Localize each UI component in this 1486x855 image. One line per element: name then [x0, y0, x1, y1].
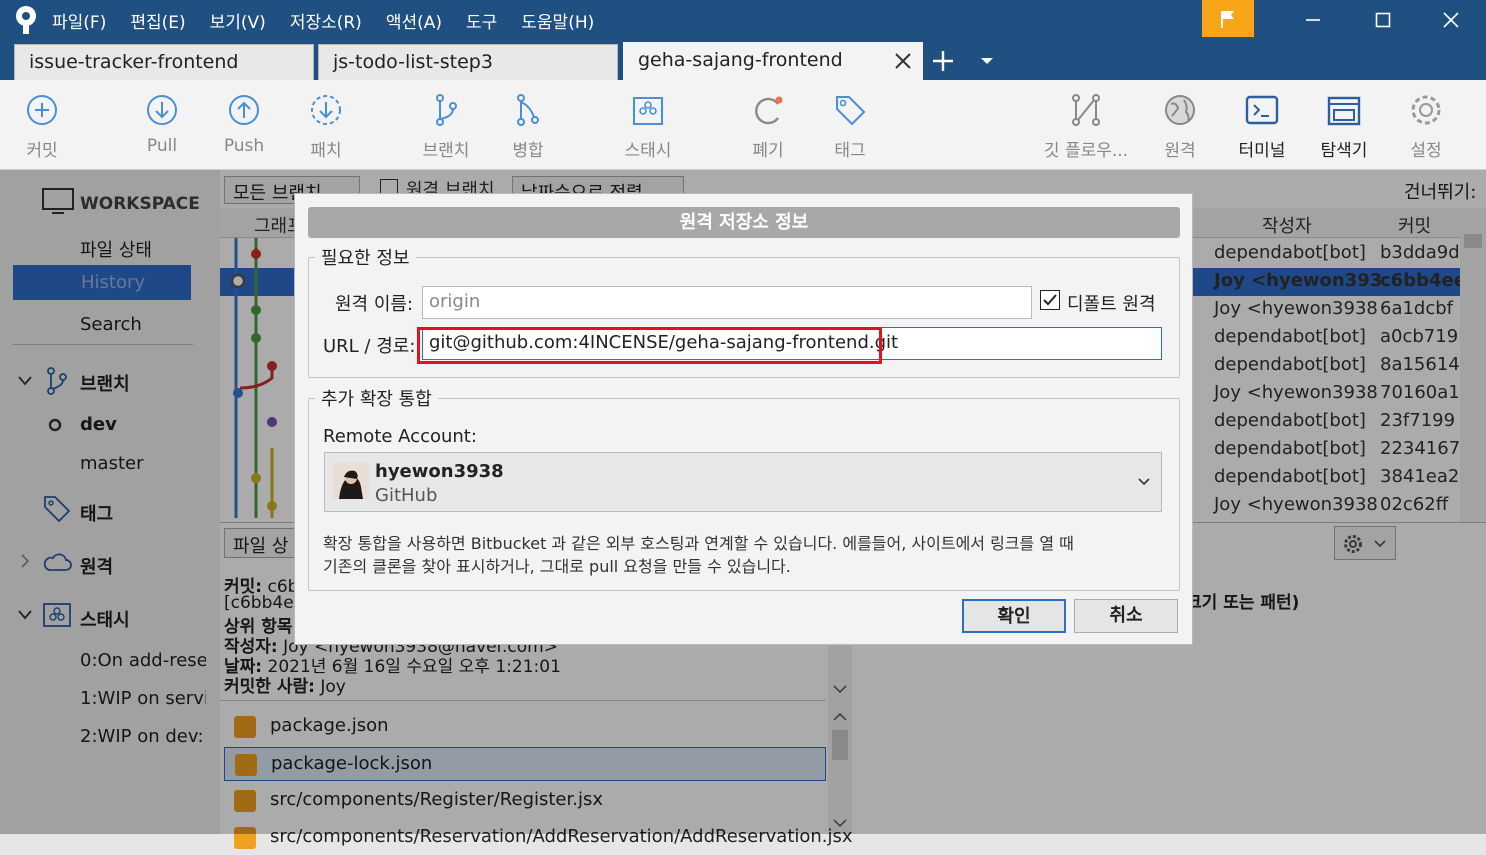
push-label: Push	[223, 136, 265, 156]
tag-button[interactable]: 태그	[830, 92, 870, 161]
pull-icon	[147, 95, 177, 125]
remote-name-value: origin	[429, 291, 481, 312]
pull-button[interactable]: Pull	[140, 92, 184, 156]
merge-label: 병합	[512, 141, 544, 161]
menu-edit[interactable]: 편집(E)	[130, 8, 185, 33]
tag-label: 태그	[834, 141, 866, 161]
maximize-button[interactable]	[1348, 0, 1418, 40]
ok-button[interactable]: 확인	[962, 599, 1066, 633]
flag-button[interactable]	[1202, 0, 1254, 37]
gitflow-label: 깃 플로우...	[1043, 141, 1129, 161]
close-icon	[1443, 12, 1459, 28]
account-name: hyewon3938	[375, 461, 504, 482]
url-highlight-box	[417, 327, 882, 364]
explorer-button[interactable]: 탐색기	[1316, 92, 1372, 161]
commit-label: 커밋	[26, 141, 58, 161]
close-tab-icon[interactable]	[892, 50, 914, 72]
fetch-icon	[311, 95, 341, 125]
branch-button[interactable]: 브랜치	[418, 92, 474, 161]
default-remote-label: 디폴트 원격	[1067, 294, 1156, 315]
terminal-label: 터미널	[1238, 141, 1286, 161]
branch-icon	[436, 94, 457, 126]
merge-icon	[517, 94, 539, 126]
tab-geha-sajang[interactable]: geha-sajang-frontend	[623, 42, 923, 80]
fetch-label: 패치	[310, 141, 342, 161]
stash-label: 스태시	[624, 141, 672, 161]
menu-view[interactable]: 보기(V)	[210, 8, 266, 33]
remote-account-label: Remote Account:	[323, 426, 477, 447]
remote-label: 원격	[1164, 141, 1196, 161]
dialog-title: 원격 저장소 정보	[308, 207, 1180, 238]
extension-legend: 추가 확장 통합	[321, 389, 432, 410]
globe-icon	[1165, 95, 1195, 125]
pull-label: Pull	[146, 136, 178, 156]
menu-help[interactable]: 도움말(H)	[521, 8, 594, 33]
account-host: GitHub	[375, 485, 438, 506]
menu-actions[interactable]: 액션(A)	[386, 8, 442, 33]
discard-icon	[755, 96, 783, 125]
menu-repository[interactable]: 저장소(R)	[290, 8, 362, 33]
discard-button[interactable]: 폐기	[748, 92, 788, 161]
folder-icon	[1327, 96, 1361, 126]
add-tab-icon[interactable]	[930, 48, 956, 74]
tab-js-todo[interactable]: js-todo-list-step3	[318, 44, 618, 80]
help-text-line1: 확장 통합을 사용하면 Bitbucket 과 같은 외부 호스팅과 연계할 수…	[323, 534, 1074, 553]
remote-name-input[interactable]: origin	[422, 286, 1032, 319]
help-text-line2: 기존의 클론을 찾아 표시하거나, 그대로 pull 요청을 만들 수 있습니다…	[323, 557, 791, 576]
merge-button[interactable]: 병합	[508, 92, 548, 161]
minimize-icon	[1306, 19, 1320, 21]
remote-account-select[interactable]: hyewon3938 GitHub	[324, 452, 1162, 512]
close-window-button[interactable]	[1416, 0, 1486, 40]
flag-icon	[1221, 10, 1234, 28]
toolbar: 커밋 Pull Push 패치 브랜치 병합 스태시 폐기 태그 깃 플로우..…	[0, 80, 1486, 170]
remote-info-dialog: 원격 저장소 정보 필요한 정보 원격 이름: origin 디폴트 원격 UR…	[294, 193, 1193, 645]
maximize-icon	[1375, 12, 1391, 28]
branch-label: 브랜치	[422, 141, 470, 161]
menu-bar: 파일(F) 편집(E) 보기(V) 저장소(R) 액션(A) 도구 도움말(H)	[52, 0, 618, 40]
title-bar: 파일(F) 편집(E) 보기(V) 저장소(R) 액션(A) 도구 도움말(H)…	[0, 0, 1486, 80]
chevron-down-icon[interactable]	[978, 54, 996, 68]
gitflow-icon	[1072, 94, 1100, 126]
terminal-button[interactable]: 터미널	[1234, 92, 1290, 161]
stash-icon	[633, 97, 663, 125]
commit-button[interactable]: 커밋	[20, 92, 64, 161]
gitflow-button[interactable]: 깃 플로우...	[1040, 92, 1132, 161]
fetch-button[interactable]: 패치	[304, 92, 348, 161]
url-label: URL / 경로:	[323, 336, 416, 357]
sourcetree-logo-icon	[16, 6, 36, 34]
settings-label: 설정	[1410, 141, 1442, 161]
terminal-icon	[1245, 95, 1279, 125]
commit-icon	[27, 95, 57, 125]
explorer-label: 탐색기	[1320, 141, 1368, 161]
avatar	[333, 463, 369, 499]
tag-icon	[836, 96, 866, 126]
repo-tabs: issue-tracker-frontend js-todo-list-step…	[0, 42, 1486, 80]
cancel-button[interactable]: 취소	[1074, 599, 1178, 633]
menu-tools[interactable]: 도구	[466, 8, 497, 33]
checkmark-icon	[1043, 294, 1057, 306]
settings-button[interactable]: 설정	[1406, 92, 1446, 161]
discard-label: 폐기	[752, 141, 784, 161]
gear-icon	[1411, 95, 1441, 125]
remote-name-label: 원격 이름:	[335, 294, 414, 315]
stash-button[interactable]: 스태시	[620, 92, 676, 161]
push-icon	[229, 95, 259, 125]
tab-issue-tracker[interactable]: issue-tracker-frontend	[14, 44, 314, 80]
required-info-legend: 필요한 정보	[321, 248, 410, 269]
default-remote-checkbox[interactable]	[1040, 290, 1060, 310]
push-button[interactable]: Push	[222, 92, 266, 156]
remote-button[interactable]: 원격	[1160, 92, 1200, 161]
minimize-button[interactable]	[1278, 0, 1348, 40]
menu-file[interactable]: 파일(F)	[52, 8, 106, 33]
chevron-down-icon	[1138, 478, 1150, 486]
